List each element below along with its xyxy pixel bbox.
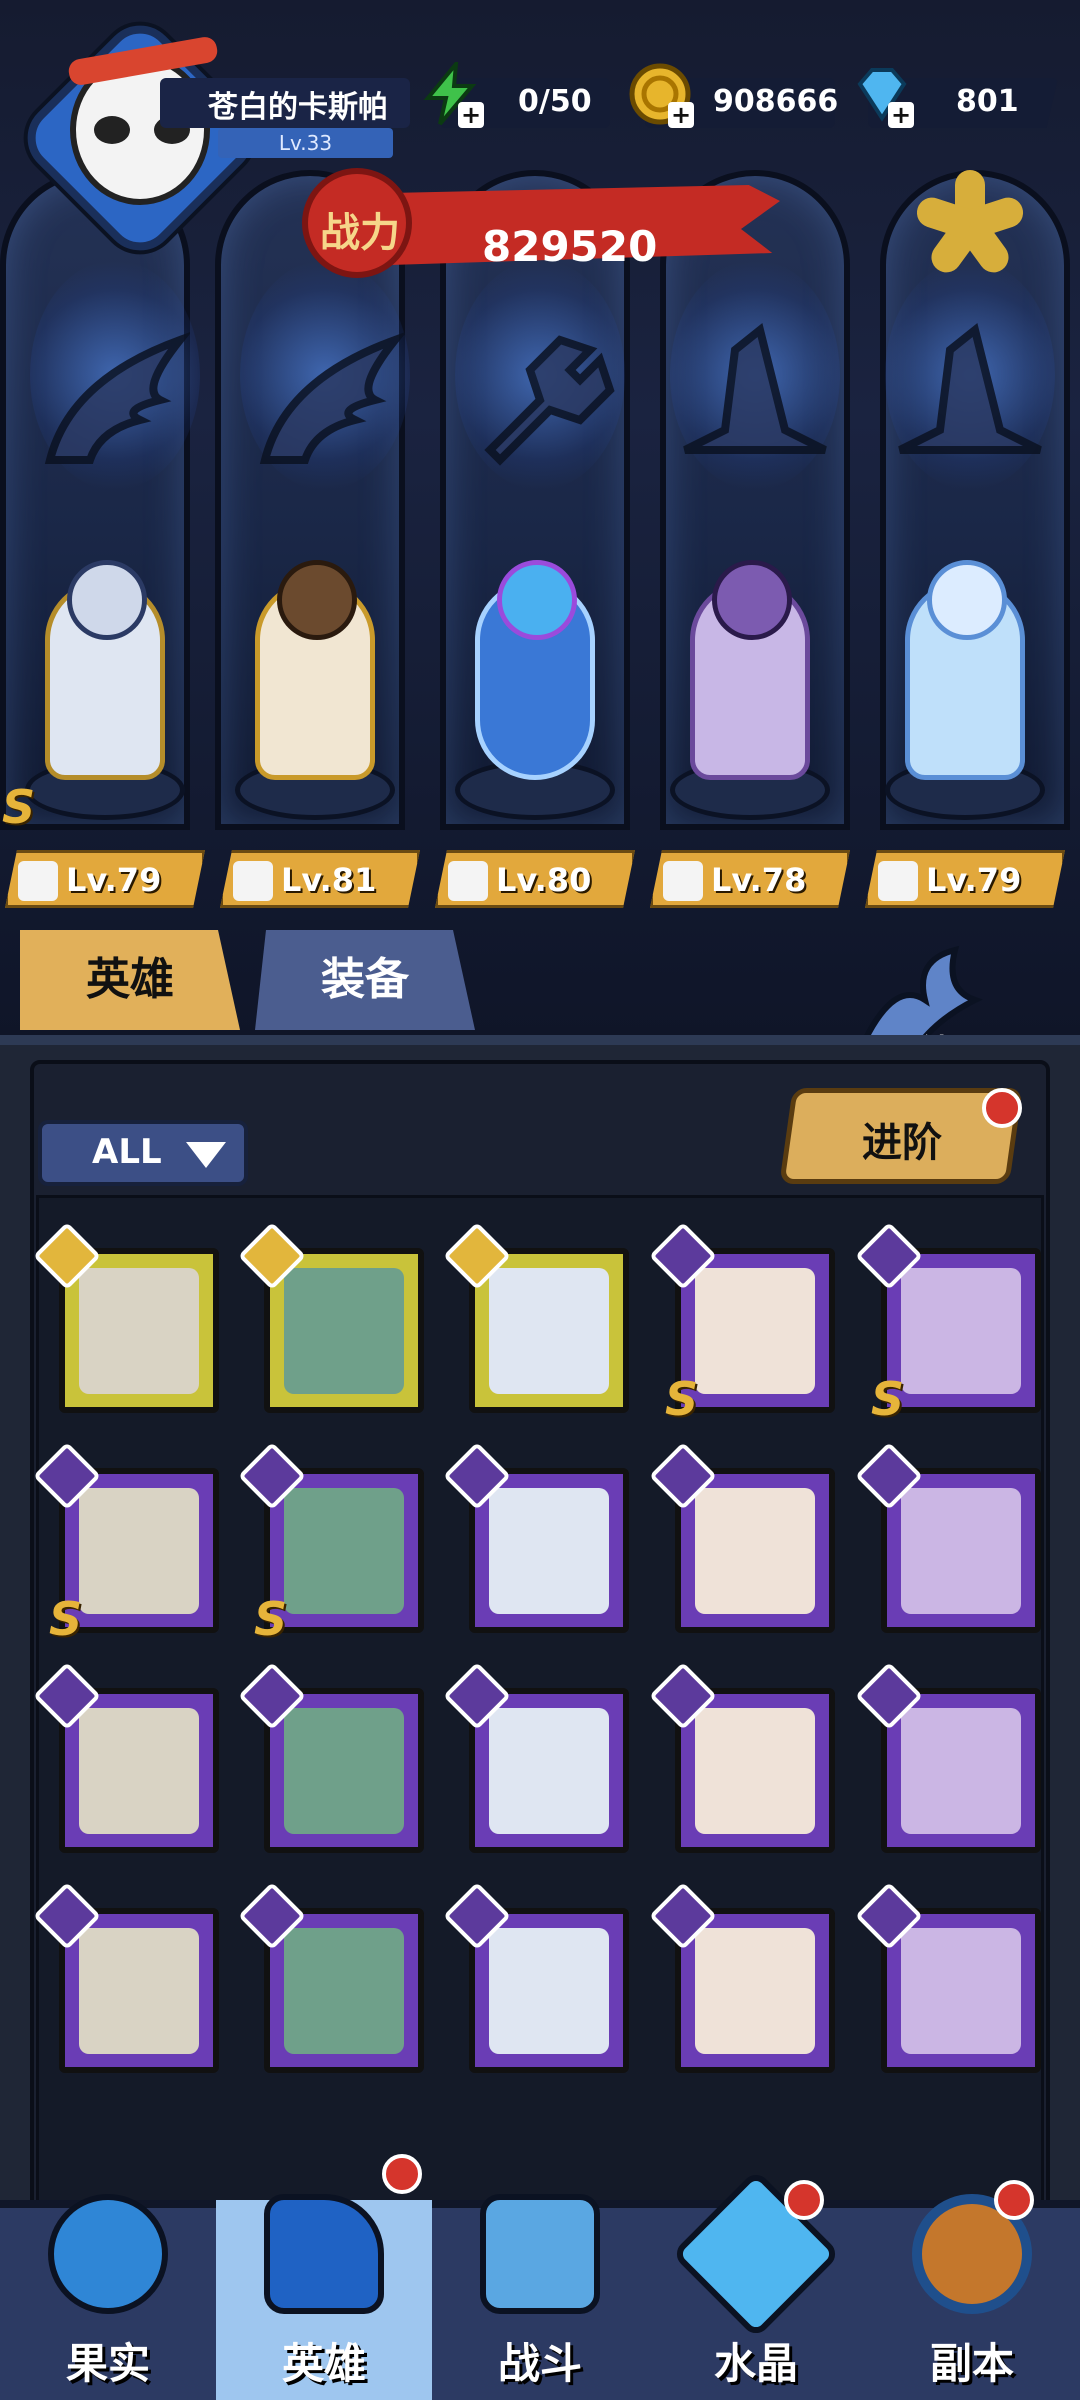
hero-card[interactable] xyxy=(443,1882,629,2073)
hero-level-tag: Lv.80 xyxy=(435,850,635,908)
wrench-icon xyxy=(448,861,488,901)
hero-portrait xyxy=(284,1268,404,1394)
hero-portrait xyxy=(901,1268,1021,1394)
hero-portrait xyxy=(489,1268,609,1394)
hero-card[interactable] xyxy=(238,1882,424,2073)
wizard-hat-class-icon xyxy=(683,322,827,454)
hero-card[interactable] xyxy=(238,1662,424,1853)
hero-rank-s: S xyxy=(871,1372,905,1426)
add-gold-button[interactable]: + xyxy=(668,102,694,128)
hero-portrait xyxy=(79,1928,199,2054)
hero-portrait xyxy=(79,1488,199,1614)
nav-dungeon[interactable]: 副本 xyxy=(864,2194,1080,2400)
hero-level-tag: Lv.79 xyxy=(5,850,205,908)
hero-card[interactable] xyxy=(443,1222,629,1413)
hero-card[interactable] xyxy=(33,1882,219,2073)
wizard-hat-icon xyxy=(663,861,703,901)
hero-card[interactable] xyxy=(33,1662,219,1853)
nav-fruit[interactable]: 果实 xyxy=(0,2194,216,2400)
player-level: Lv.33 xyxy=(218,128,393,158)
hero-slot[interactable] xyxy=(215,560,415,820)
hero-card[interactable] xyxy=(855,1882,1041,2073)
hero-portrait xyxy=(489,1488,609,1614)
hero-slot[interactable] xyxy=(650,560,850,820)
hero-card[interactable] xyxy=(855,1662,1041,1853)
power-label: 战力 xyxy=(320,210,400,256)
hero-portrait xyxy=(79,1708,199,1834)
hero-portrait xyxy=(901,1488,1021,1614)
notification-dot xyxy=(994,2180,1034,2220)
tab-equipment[interactable]: 装备 xyxy=(255,930,475,1030)
power-value: 829520 xyxy=(482,222,658,271)
hero-card[interactable]: S xyxy=(649,1222,835,1426)
hero-level-tag: Lv.78 xyxy=(650,850,850,908)
notification-dot xyxy=(382,2154,422,2194)
add-diamond-button[interactable]: + xyxy=(888,102,914,128)
advance-label: 进阶 xyxy=(862,1120,942,1166)
nav-battle[interactable]: 战斗 xyxy=(432,2194,648,2400)
hero-portrait xyxy=(695,1928,815,2054)
battle-icon xyxy=(480,2194,600,2314)
hero-card[interactable] xyxy=(855,1442,1041,1633)
hero-portrait xyxy=(695,1268,815,1394)
hero-rank-s: S xyxy=(665,1372,699,1426)
diamond-value: 801 xyxy=(956,84,1019,119)
hero-card[interactable]: S xyxy=(855,1222,1041,1426)
hero-portrait xyxy=(284,1928,404,2054)
hero-card[interactable] xyxy=(443,1662,629,1853)
chevron-down-icon xyxy=(186,1142,226,1168)
fruit-icon xyxy=(48,2194,168,2314)
hero-card[interactable]: S xyxy=(238,1442,424,1646)
notification-dot xyxy=(982,1088,1022,1128)
tab-heroes[interactable]: 英雄 xyxy=(20,930,240,1030)
hero-portrait xyxy=(284,1488,404,1614)
hero-card[interactable] xyxy=(649,1662,835,1853)
hero-rank-s: S xyxy=(49,1592,83,1646)
nav-crystal[interactable]: 水晶 xyxy=(648,2169,864,2400)
hero-slot[interactable] xyxy=(435,560,635,820)
hero-level-tag: Lv.81 xyxy=(220,850,420,908)
hero-portrait xyxy=(695,1708,815,1834)
player-name: 苍白的卡斯帕 xyxy=(208,90,388,125)
hero-portrait xyxy=(695,1488,815,1614)
hero-card[interactable] xyxy=(238,1222,424,1413)
hero-card[interactable] xyxy=(649,1442,835,1633)
wizard-hat-class-icon xyxy=(898,322,1042,454)
hero-portrait xyxy=(901,1708,1021,1834)
hero-slot[interactable] xyxy=(865,560,1065,820)
hero-rank-s: S xyxy=(254,1592,288,1646)
wizard-hat-icon xyxy=(878,861,918,901)
notification-dot xyxy=(784,2180,824,2220)
wing-icon xyxy=(233,861,273,901)
hero-portrait xyxy=(489,1928,609,2054)
hero-portrait xyxy=(489,1708,609,1834)
hero-card[interactable] xyxy=(33,1222,219,1413)
nav-heroes[interactable]: 英雄 xyxy=(216,2194,432,2400)
hero-card[interactable] xyxy=(443,1442,629,1633)
hero-card[interactable]: S xyxy=(33,1442,219,1646)
gear-icon[interactable] xyxy=(913,170,1027,280)
wing-class-icon xyxy=(259,332,405,464)
wizard-hat-icon xyxy=(264,2194,384,2314)
hero-card[interactable] xyxy=(649,1882,835,2073)
add-energy-button[interactable]: + xyxy=(458,102,484,128)
hero-roster-grid: S S S S xyxy=(33,1195,1044,2205)
energy-value: 0/50 xyxy=(518,84,592,119)
hero-level-tag: Lv.79 xyxy=(865,850,1065,908)
wing-class-icon xyxy=(44,332,190,464)
hero-portrait xyxy=(284,1708,404,1834)
wrench-class-icon xyxy=(484,335,615,466)
hero-rank-s: S xyxy=(2,780,36,834)
gold-value: 908666 xyxy=(713,84,839,119)
filter-label: ALL xyxy=(92,1132,162,1172)
hero-portrait xyxy=(901,1928,1021,2054)
wing-icon xyxy=(18,861,58,901)
hero-portrait xyxy=(79,1268,199,1394)
